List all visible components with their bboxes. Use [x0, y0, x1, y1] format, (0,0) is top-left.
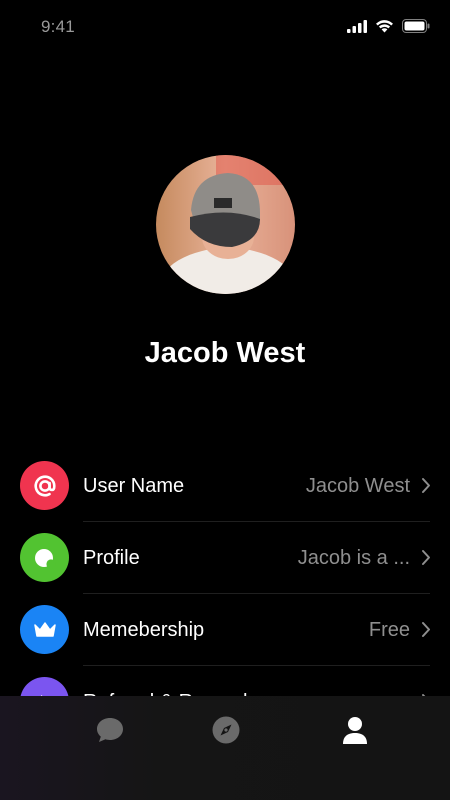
tab-bar	[0, 696, 450, 800]
battery-icon	[402, 19, 430, 33]
settings-list: User Name Jacob West Profile Jacob is a …	[0, 450, 450, 738]
row-label: Memebership	[83, 619, 205, 641]
settings-row-membership[interactable]: Memebership Free	[0, 594, 450, 666]
status-time: 9:41	[41, 17, 75, 36]
chevron-right-icon	[422, 622, 430, 637]
row-value: Free	[368, 619, 410, 641]
row-label: User Name	[83, 475, 185, 497]
chevron-right-icon	[422, 550, 430, 565]
avatar[interactable]	[156, 155, 295, 294]
tab-account[interactable]	[335, 710, 375, 750]
chevron-right-icon	[422, 478, 430, 493]
row-value: Jacob is a ...	[297, 547, 410, 569]
row-label: Profile	[83, 547, 140, 569]
settings-row-profile[interactable]: Profile Jacob is a ...	[0, 522, 450, 594]
wifi-icon	[376, 20, 393, 33]
row-value: Jacob West	[305, 475, 410, 497]
at-icon	[20, 461, 69, 510]
profile-dot-icon	[20, 533, 69, 582]
status-icons	[347, 19, 430, 33]
avatar-photo	[156, 155, 295, 294]
profile-name: Jacob West	[144, 337, 306, 369]
chat-bubble-icon	[97, 718, 123, 742]
tab-explore[interactable]	[206, 710, 246, 750]
tab-chats[interactable]	[90, 710, 130, 750]
user-icon	[343, 717, 367, 744]
signal-icon	[347, 19, 367, 33]
crown-icon	[20, 605, 69, 654]
status-bar: 9:41	[0, 0, 450, 52]
compass-icon	[212, 716, 240, 744]
settings-row-user-name[interactable]: User Name Jacob West	[0, 450, 450, 522]
